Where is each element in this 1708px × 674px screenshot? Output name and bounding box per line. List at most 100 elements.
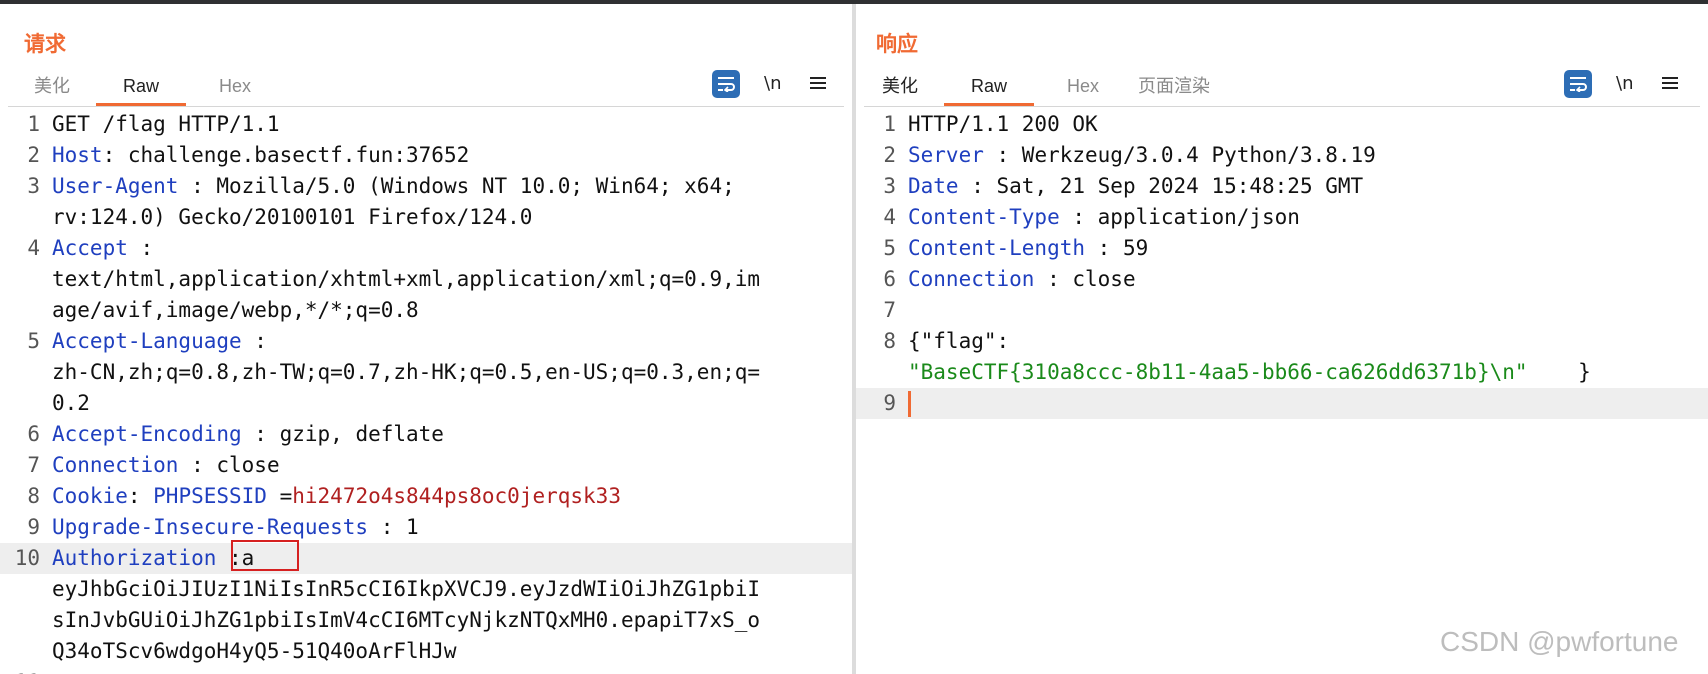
- header-separator: :: [1034, 267, 1073, 291]
- code-line: age/avif,image/webp,*/*;q=0.8: [0, 295, 852, 326]
- cookie-name: PHPSESSID: [153, 484, 267, 508]
- tab-hex[interactable]: Hex: [1058, 70, 1108, 106]
- header-name: Cookie: [52, 484, 128, 508]
- header-name: Date: [908, 174, 959, 198]
- line-text: age/avif,image/webp,*/*;q=0.8: [52, 298, 419, 322]
- code-line: 7 Connection : close: [0, 450, 852, 481]
- line-text: sInJvbGUiOiJhZG1pbiIsImV4cCI6MTcyNjkzNTQ…: [52, 608, 761, 632]
- code-line: 6 Accept-Encoding : gzip, deflate: [0, 419, 852, 450]
- line-number: 3: [27, 174, 40, 198]
- code-text: HTTP/1.1 200 OK: [908, 109, 1708, 140]
- line-text: text/html,application/xhtml+xml,applicat…: [52, 267, 761, 291]
- header-value: 59: [1122, 236, 1149, 260]
- header-separator: :: [241, 329, 267, 353]
- line-number: 4: [883, 205, 896, 229]
- code-text: Host: challenge.basectf.fun:37652: [52, 140, 852, 171]
- wrap-toggle-button[interactable]: [712, 70, 740, 98]
- code-line: 9 Upgrade-Insecure-Requests : 1: [0, 512, 852, 543]
- code-text: Connection : close: [908, 264, 1708, 295]
- tab-render[interactable]: 页面渲染: [1132, 70, 1216, 106]
- header-separator: :: [368, 515, 407, 539]
- header-separator: :: [958, 174, 997, 198]
- header-name: Upgrade-Insecure-Requests: [52, 515, 369, 539]
- code-line: 1 HTTP/1.1 200 OK: [856, 109, 1708, 140]
- code-text: text/html,application/xhtml+xml,applicat…: [52, 264, 852, 295]
- code-text: Upgrade-Insecure-Requests : 1: [52, 512, 852, 543]
- code-text: Content-Type : application/json: [908, 202, 1708, 233]
- header-value: Werkzeug/3.0.4 Python/3.8.19: [1021, 143, 1376, 167]
- header-value: Mozilla/5.0 (Windows NT 10.0; Win64; x64…: [216, 174, 735, 198]
- line-number: 5: [27, 329, 40, 353]
- code-text: Q34oTScv6wdgoH4yQ5-51Q40oArFlHJw: [52, 636, 852, 667]
- code-line: 7: [856, 295, 1708, 326]
- header-separator: :: [1085, 236, 1123, 260]
- header-value: Sat, 21 Sep 2024 15:48:25 GMT: [996, 174, 1364, 198]
- header-value: gzip, deflate: [279, 422, 444, 446]
- line-number: 8: [27, 484, 40, 508]
- code-text: 0.2: [52, 388, 852, 419]
- watermark: CSDN @pwfortune: [1440, 626, 1679, 657]
- line-number: 11: [0, 667, 40, 674]
- code-text: Accept-Language :: [52, 326, 852, 357]
- code-text: Authorization :a: [52, 543, 852, 574]
- code-line: 3 User-Agent : Mozilla/5.0 (Windows NT 10…: [0, 171, 852, 202]
- tab-pretty[interactable]: 美化: [30, 70, 74, 106]
- code-text: Server : Werkzeug/3.0.4 Python/3.8.19: [908, 140, 1708, 171]
- wrap-toggle-button[interactable]: [1564, 70, 1592, 98]
- line-text: {"flag":: [908, 329, 1010, 353]
- code-text: Cookie: PHPSESSID =hi2472o4s844ps8oc0jer…: [52, 481, 852, 512]
- cookie-separator: =: [266, 484, 293, 508]
- request-pane: 请求 美化 Raw Hex \n 1 GET /flag HTTP/1.1 2 Hos…: [0, 4, 852, 674]
- menu-icon[interactable]: [810, 74, 826, 92]
- header-name: User-Agent: [52, 174, 179, 198]
- word-wrap-icon: [1570, 77, 1587, 92]
- line-number: 5: [883, 236, 896, 260]
- code-line: 9: [856, 388, 1708, 419]
- line-number: 4: [27, 236, 40, 260]
- header-separator: :: [127, 236, 154, 260]
- menu-icon[interactable]: [1662, 74, 1678, 92]
- header-name: Host: [52, 143, 103, 167]
- tab-divider: [8, 106, 844, 107]
- line-number: 8: [883, 329, 896, 353]
- header-name: Accept-Language: [52, 329, 242, 353]
- code-line: eyJhbGciOiJIUzI1NiIsInR5cCI6IkpXVCJ9.eyJ…: [0, 574, 852, 605]
- show-newlines-button[interactable]: \n: [764, 70, 781, 98]
- line-text: 0.2: [52, 391, 90, 415]
- authorization-highlight-box: [231, 540, 299, 571]
- line-number: 7: [883, 298, 896, 322]
- line-text: HTTP/1.1 200 OK: [908, 112, 1098, 136]
- header-separator: :: [102, 143, 128, 167]
- header-separator: :: [983, 143, 1022, 167]
- show-newlines-button[interactable]: \n: [1616, 70, 1633, 98]
- line-text: Q34oTScv6wdgoH4yQ5-51Q40oArFlHJw: [52, 639, 457, 663]
- line-text: GET /flag HTTP/1.1: [52, 112, 280, 136]
- code-line: 4 Content-Type : application/json: [856, 202, 1708, 233]
- line-number: 10: [14, 546, 40, 570]
- code-line: sInJvbGUiOiJhZG1pbiIsImV4cCI6MTcyNjkzNTQ…: [0, 605, 852, 636]
- code-line: 5 Accept-Language :: [0, 326, 852, 357]
- code-text: zh-CN,zh;q=0.8,zh-TW;q=0.7,zh-HK;q=0.5,e…: [52, 357, 852, 388]
- code-text: User-Agent : Mozilla/5.0 (Windows NT 10.…: [52, 171, 852, 202]
- request-editor[interactable]: 1 GET /flag HTTP/1.1 2 Host: challenge.base…: [0, 109, 852, 674]
- text-cursor: [908, 391, 911, 417]
- code-text: Accept :: [52, 233, 852, 264]
- tab-hex[interactable]: Hex: [210, 70, 260, 106]
- code-text: sInJvbGUiOiJhZG1pbiIsImV4cCI6MTcyNjkzNTQ…: [52, 605, 852, 636]
- tab-raw[interactable]: Raw: [96, 70, 186, 106]
- header-value: challenge.basectf.fun:37652: [127, 143, 470, 167]
- cookie-value: hi2472o4s844ps8oc0jerqsk33: [292, 484, 621, 508]
- code-line: text/html,application/xhtml+xml,applicat…: [0, 264, 852, 295]
- code-line: 8 {"flag":: [856, 326, 1708, 357]
- code-text: Content-Length : 59: [908, 233, 1708, 264]
- code-line: 4 Accept :: [0, 233, 852, 264]
- line-number: 1: [883, 112, 896, 136]
- header-separator: :: [127, 484, 154, 508]
- code-line: rv:124.0) Gecko/20100101 Firefox/124.0: [0, 202, 852, 233]
- tab-raw[interactable]: Raw: [944, 70, 1034, 106]
- code-line: 6 Connection : close: [856, 264, 1708, 295]
- line-number: 1: [27, 112, 40, 136]
- response-editor[interactable]: 1 HTTP/1.1 200 OK 2 Server : Werkzeug/3.0.4…: [856, 109, 1708, 674]
- code-text: GET /flag HTTP/1.1: [52, 109, 852, 140]
- tab-pretty[interactable]: 美化: [878, 70, 922, 106]
